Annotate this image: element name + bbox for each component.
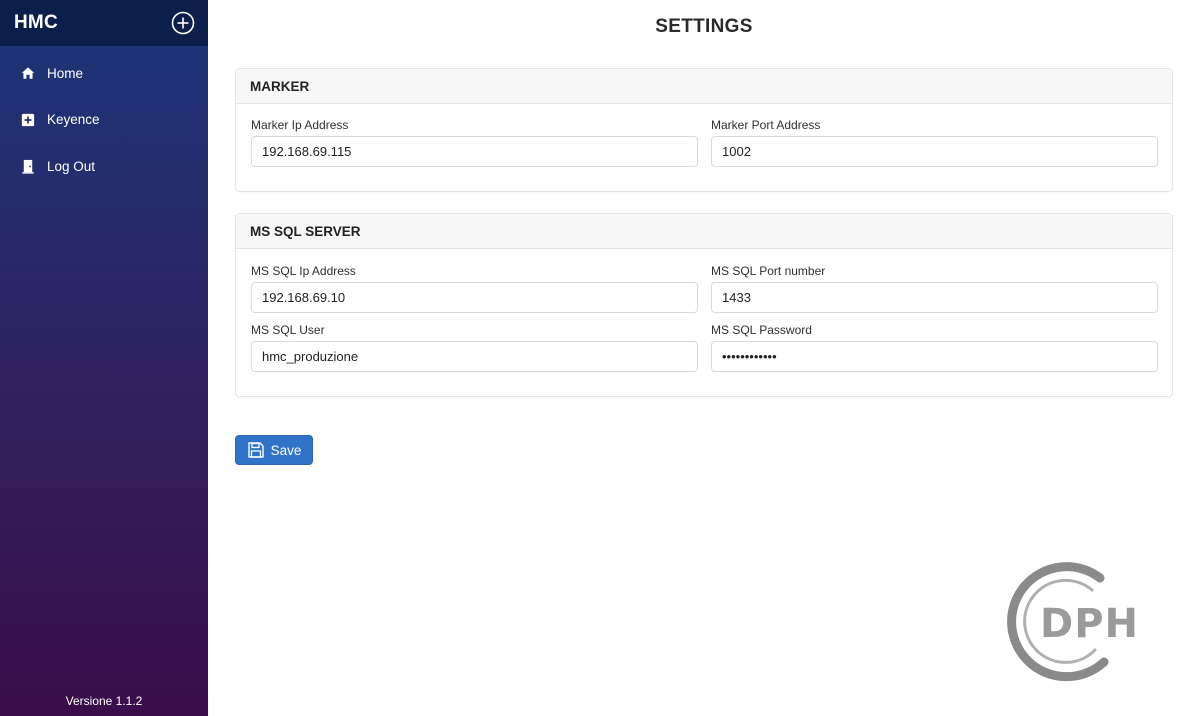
sql-port-input[interactable] <box>711 282 1158 313</box>
sql-user-input[interactable] <box>251 341 698 372</box>
sidebar-item-label: Log Out <box>47 158 96 174</box>
logo-text: DPH <box>1040 601 1139 647</box>
dph-logo: DPH <box>1000 562 1165 682</box>
door-icon <box>20 158 36 174</box>
sql-ip-label: MS SQL Ip Address <box>251 264 356 278</box>
plus-square-icon <box>20 112 36 128</box>
sidebar: HMC Home Keyence Log Out Versione 1.1.2 <box>0 0 208 716</box>
marker-card: MARKER Marker Ip Address Marker Port Add… <box>235 68 1173 192</box>
sql-user-label: MS SQL User <box>251 323 325 337</box>
version-label: Versione 1.1.2 <box>65 694 143 708</box>
sql-ip-input[interactable] <box>251 282 698 313</box>
save-button-label: Save <box>270 442 302 458</box>
sidebar-nav: Home Keyence Log Out <box>0 46 208 190</box>
marker-port-label: Marker Port Address <box>711 118 821 132</box>
home-icon <box>20 65 36 81</box>
sql-port-label: MS SQL Port number <box>711 264 826 278</box>
marker-port-input[interactable] <box>711 136 1158 167</box>
sidebar-header: HMC <box>0 0 208 46</box>
marker-ip-label: Marker Ip Address <box>251 118 349 132</box>
marker-ip-input[interactable] <box>251 136 698 167</box>
floppy-disk-icon <box>247 441 265 459</box>
sql-card: MS SQL SERVER MS SQL Ip Address MS SQL P… <box>235 213 1173 397</box>
sql-password-label: MS SQL Password <box>711 323 812 337</box>
sql-password-input[interactable] <box>711 341 1158 372</box>
add-button[interactable] <box>171 11 195 35</box>
sql-card-header: MS SQL SERVER <box>236 214 1172 249</box>
sidebar-item-label: Keyence <box>47 112 100 128</box>
plus-circle-icon <box>171 11 195 35</box>
sidebar-item-label: Home <box>47 65 84 81</box>
sidebar-item-logout[interactable]: Log Out <box>0 143 208 190</box>
marker-card-header: MARKER <box>236 69 1172 104</box>
sidebar-item-home[interactable]: Home <box>0 50 208 97</box>
page-title: SETTINGS <box>655 16 753 37</box>
save-button[interactable]: Save <box>235 435 313 465</box>
main-content: SETTINGS MARKER Marker Ip Address Marker… <box>208 0 1200 716</box>
brand-title: HMC <box>14 12 58 33</box>
sidebar-item-keyence[interactable]: Keyence <box>0 97 208 144</box>
